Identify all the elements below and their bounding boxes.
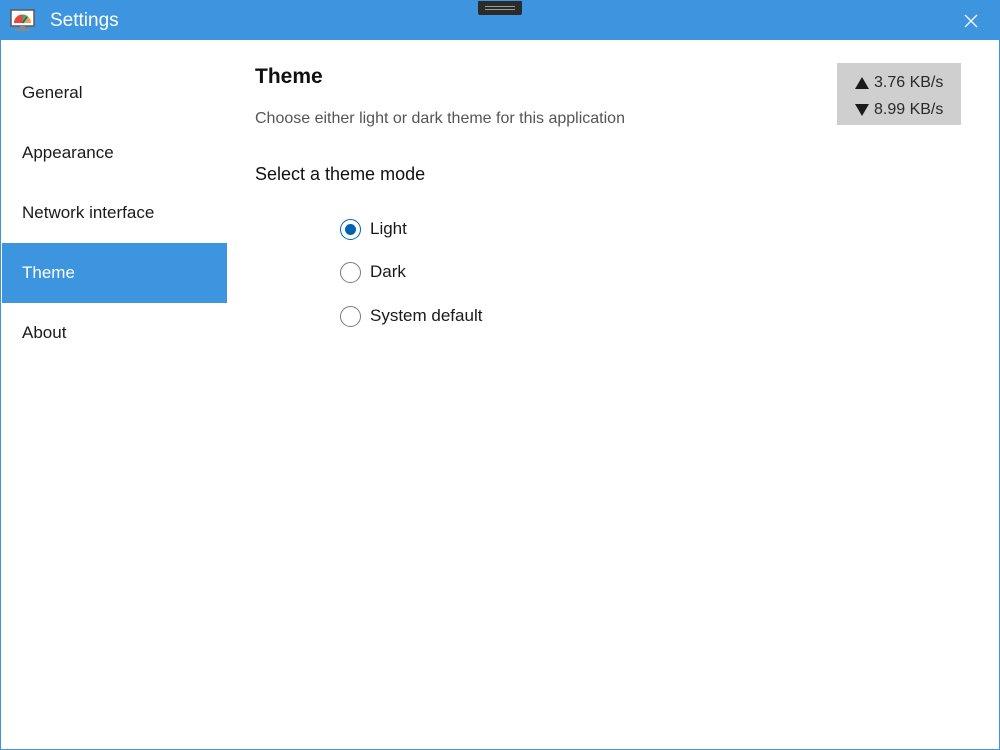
radio-dark[interactable]: Dark bbox=[340, 260, 406, 284]
sidebar-item-general[interactable]: General bbox=[2, 63, 227, 123]
title-bar[interactable]: Settings bbox=[1, 1, 1000, 40]
radio-button[interactable] bbox=[340, 218, 361, 240]
radio-button[interactable] bbox=[340, 305, 361, 327]
network-monitor-icon bbox=[10, 9, 35, 33]
sidebar-item-label: Appearance bbox=[22, 143, 114, 162]
radio-button[interactable] bbox=[340, 261, 361, 283]
sidebar-item-label: Theme bbox=[22, 263, 75, 282]
down-arrow-icon bbox=[855, 103, 869, 116]
radio-light[interactable]: Light bbox=[340, 217, 407, 241]
settings-window: Settings General Appearance Network inte… bbox=[0, 0, 1000, 750]
sidebar-item-about[interactable]: About bbox=[2, 303, 227, 363]
radio-label: System default bbox=[370, 306, 483, 325]
radio-system-default[interactable]: System default bbox=[340, 304, 482, 328]
up-arrow-icon bbox=[855, 76, 869, 89]
theme-mode-label: Select a theme mode bbox=[255, 164, 426, 184]
upload-speed-row: 3.76 KB/s bbox=[855, 69, 961, 96]
sidebar-item-label: General bbox=[22, 83, 83, 102]
download-speed-row: 8.99 KB/s bbox=[855, 96, 961, 123]
sidebar-item-network-interface[interactable]: Network interface bbox=[2, 183, 227, 243]
radio-label: Dark bbox=[370, 262, 406, 281]
drag-handle[interactable] bbox=[478, 1, 522, 15]
sidebar-item-appearance[interactable]: Appearance bbox=[2, 123, 227, 183]
network-speed-widget: 3.76 KB/s 8.99 KB/s bbox=[837, 63, 961, 125]
sidebar-item-label: About bbox=[22, 323, 67, 342]
close-button[interactable] bbox=[951, 1, 991, 40]
radio-selected-dot bbox=[345, 223, 356, 235]
sidebar-item-label: Network interface bbox=[22, 203, 155, 222]
sidebar-item-theme[interactable]: Theme bbox=[2, 243, 227, 303]
settings-sidebar: General Appearance Network interface The… bbox=[2, 40, 227, 749]
window-title: Settings bbox=[50, 10, 119, 31]
page-description: Choose either light or dark theme for th… bbox=[255, 110, 625, 127]
download-speed: 8.99 KB/s bbox=[874, 100, 944, 118]
close-icon bbox=[964, 14, 978, 27]
radio-label: Light bbox=[370, 219, 407, 238]
upload-speed: 3.76 KB/s bbox=[874, 73, 944, 91]
page-title: Theme bbox=[255, 65, 323, 88]
theme-settings-panel: Theme Choose either light or dark theme … bbox=[255, 40, 975, 740]
